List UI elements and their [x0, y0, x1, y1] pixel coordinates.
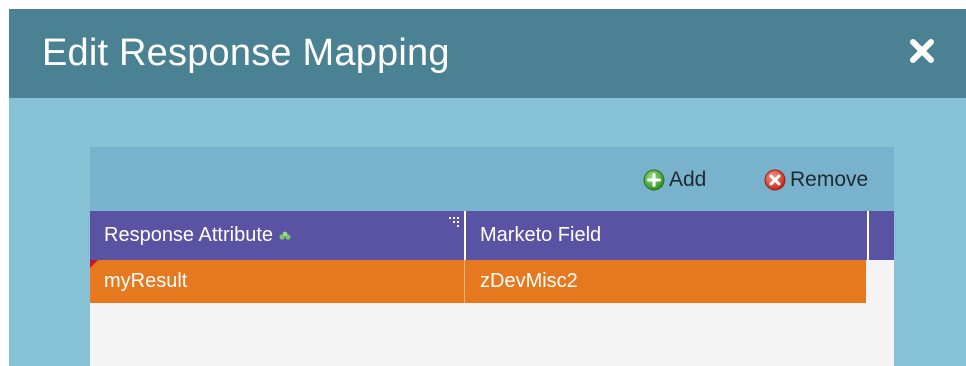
remove-button[interactable]: Remove	[764, 167, 868, 193]
column-divider[interactable]	[464, 211, 466, 260]
x-circle-icon	[764, 169, 786, 191]
remove-button-label: Remove	[790, 168, 869, 191]
close-icon[interactable]	[908, 37, 936, 65]
cell-value: myResult	[104, 270, 188, 292]
plus-circle-icon	[643, 169, 665, 191]
modified-cell-marker	[90, 260, 98, 268]
add-button-label: Add	[669, 168, 707, 191]
cell-response-attribute[interactable]: myResult	[104, 260, 464, 303]
edit-response-mapping-dialog: Edit Response Mapping Add Remove Respons…	[9, 9, 966, 366]
column-header-label: Marketo Field	[480, 224, 602, 246]
table-row[interactable]: myResult zDevMisc2	[90, 260, 866, 303]
cell-divider	[464, 260, 465, 303]
cell-marketo-field[interactable]: zDevMisc2	[480, 260, 860, 303]
column-header-label: Response Attribute	[104, 224, 273, 246]
dialog-title: Edit Response Mapping	[42, 32, 450, 74]
grid-toolbar: Add Remove	[90, 147, 894, 211]
grid-header: Response Attribute Marketo Field	[90, 211, 894, 260]
mapping-panel: Add Remove Response Attribute Marketo Fi…	[90, 147, 894, 366]
column-resize-grip-icon[interactable]	[449, 216, 461, 228]
dialog-titlebar: Edit Response Mapping	[9, 9, 966, 98]
sort-icon[interactable]	[273, 224, 291, 247]
cell-value: zDevMisc2	[480, 270, 578, 292]
column-header-marketo-field[interactable]: Marketo Field	[480, 211, 860, 260]
column-divider[interactable]	[867, 211, 869, 260]
add-button[interactable]: Add	[643, 167, 706, 193]
column-header-response-attribute[interactable]: Response Attribute	[104, 211, 464, 260]
